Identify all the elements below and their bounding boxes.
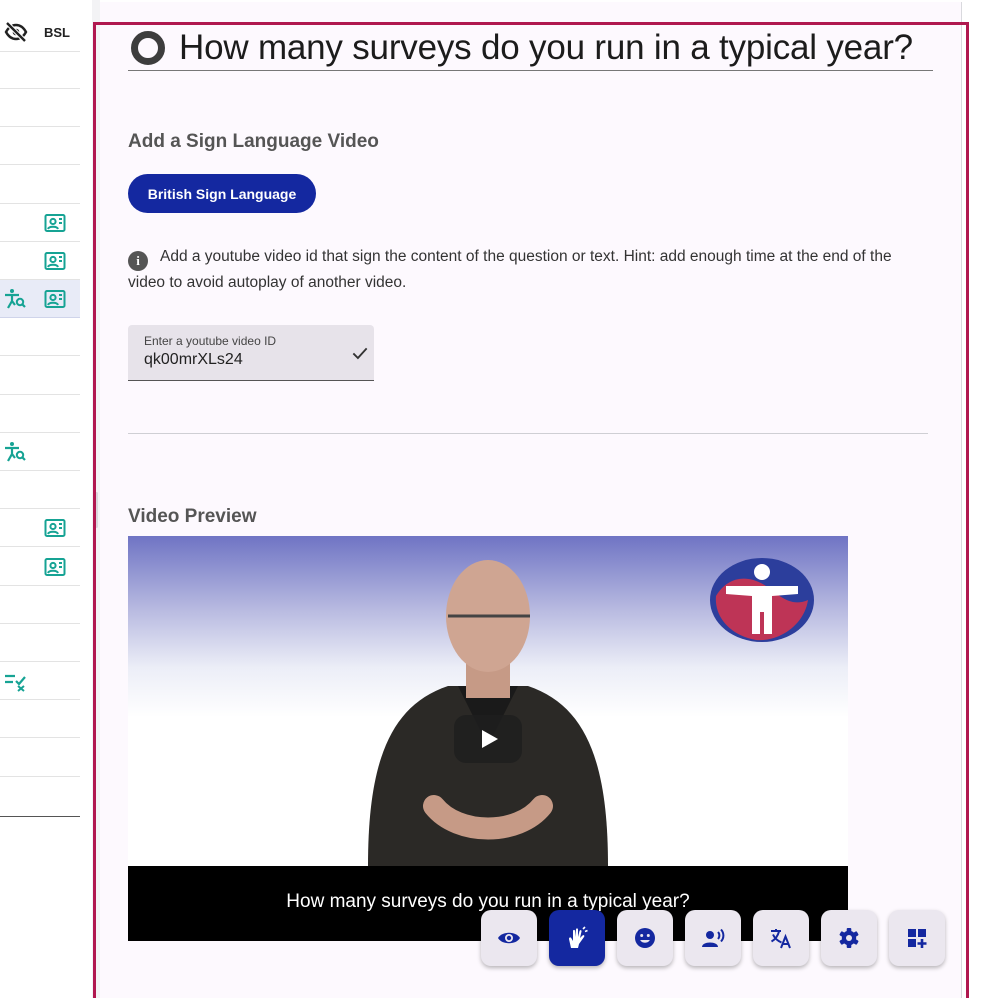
column-row[interactable] [0, 586, 80, 624]
column-row[interactable] [0, 127, 80, 166]
column-row[interactable] [0, 318, 80, 357]
column-row[interactable] [0, 89, 80, 128]
radio-question-icon [131, 31, 165, 65]
eye-icon [497, 926, 521, 950]
translate-button[interactable] [753, 910, 809, 966]
emoji-button[interactable] [617, 910, 673, 966]
voice-button[interactable] [685, 910, 741, 966]
voice-icon [701, 926, 725, 950]
column-row[interactable] [0, 700, 80, 739]
signer-figure [368, 560, 608, 866]
settings-gear-button[interactable] [821, 910, 877, 966]
question-title-row[interactable]: How many surveys do you run in a typical… [128, 26, 933, 71]
emoji-icon [633, 926, 657, 950]
add-widget-button[interactable] [889, 910, 945, 966]
settings-gear-icon [837, 926, 861, 950]
column-row[interactable] [0, 166, 80, 204]
column-row[interactable] [0, 280, 80, 319]
drag-handle[interactable] [95, 492, 98, 528]
column-end-line [0, 816, 80, 817]
eye-button[interactable] [481, 910, 537, 966]
info-icon: i [128, 251, 148, 271]
add-widget-icon [905, 926, 929, 950]
person-video-icon[interactable] [43, 516, 67, 540]
check-icon [352, 347, 368, 360]
column-row[interactable] [0, 471, 80, 510]
checklist-icon[interactable] [3, 669, 27, 693]
section-divider [128, 433, 928, 434]
person-video-icon[interactable] [43, 211, 67, 235]
column-row[interactable] [0, 395, 80, 433]
translate-icon [769, 926, 793, 950]
column-row[interactable] [0, 548, 80, 586]
column-row[interactable] [0, 739, 80, 777]
youtube-id-value[interactable]: qk00mrXLs24 [144, 351, 243, 369]
column-row[interactable] [0, 433, 80, 471]
sign-language-icon [565, 926, 589, 950]
floating-toolbar [481, 910, 945, 967]
column-row[interactable] [0, 51, 80, 89]
british-sign-language-button[interactable]: British Sign Language [128, 174, 316, 213]
signer-logo-icon [710, 558, 814, 642]
gutter [80, 0, 92, 998]
video-preview-title: Video Preview [128, 506, 257, 527]
hint-message: Add a youtube video id that sign the con… [128, 248, 892, 291]
column-header: BSL [0, 0, 80, 52]
column-row[interactable] [0, 509, 80, 548]
visibility-off-icon[interactable] [4, 20, 28, 44]
question-title[interactable]: How many surveys do you run in a typical… [179, 28, 913, 68]
sign-language-button[interactable] [549, 910, 605, 966]
column-row[interactable] [0, 624, 80, 662]
video-preview-player[interactable]: How many surveys do you run in a typical… [128, 536, 848, 941]
sign-language-section-title: Add a Sign Language Video [128, 131, 379, 152]
accessibility-column: BSL [0, 0, 80, 998]
bsl-column-label: BSL [44, 25, 70, 40]
accessibility-search-icon[interactable] [3, 287, 27, 311]
hint-text: i Add a youtube video id that sign the co… [128, 245, 928, 295]
play-button-icon[interactable] [454, 715, 522, 763]
youtube-id-field[interactable]: Enter a youtube video ID qk00mrXLs24 [128, 325, 374, 381]
person-video-icon[interactable] [43, 555, 67, 579]
column-row[interactable] [0, 204, 80, 242]
column-row[interactable] [0, 662, 80, 701]
column-row[interactable] [0, 357, 80, 395]
app-root: BSL How many surveys do you run in a typ… [0, 0, 997, 998]
youtube-id-label: Enter a youtube video ID [144, 334, 277, 348]
column-row[interactable] [0, 242, 80, 280]
person-video-icon[interactable] [43, 249, 67, 273]
person-video-icon[interactable] [43, 287, 67, 311]
accessibility-search-icon[interactable] [3, 440, 27, 464]
